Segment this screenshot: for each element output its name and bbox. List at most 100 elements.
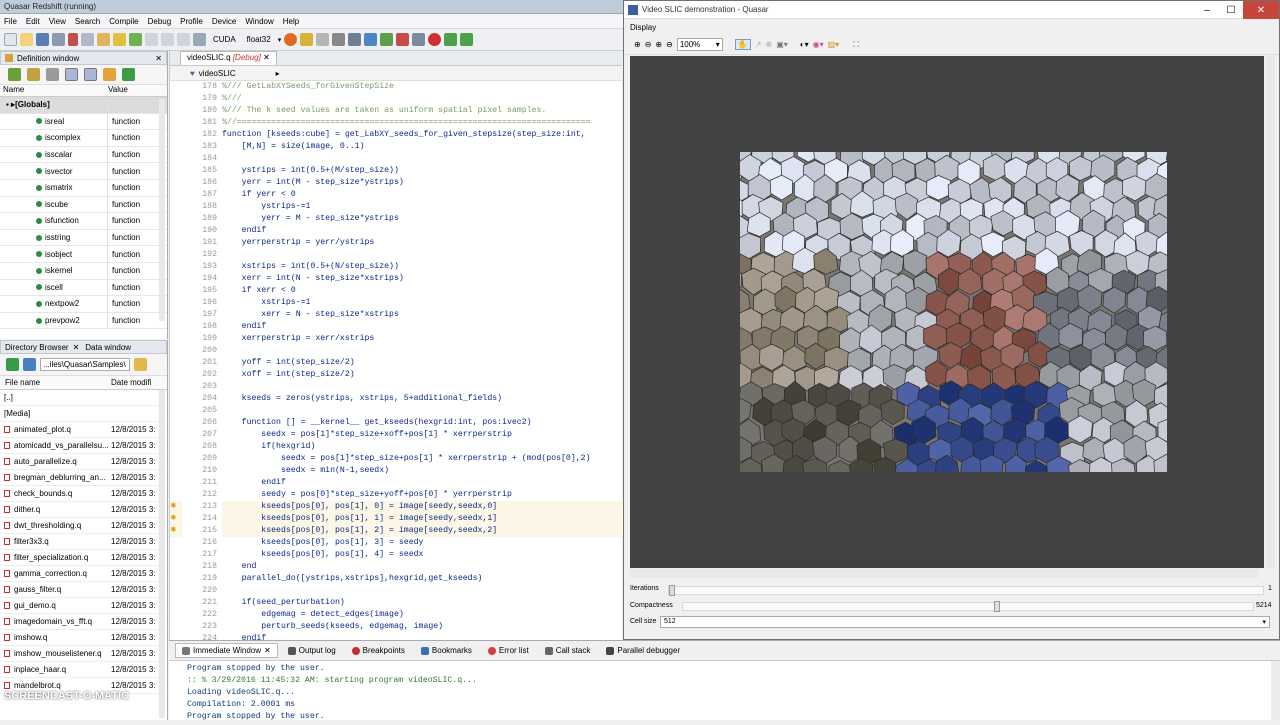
chevron-down-icon[interactable]: ▾ (716, 40, 720, 49)
file-row[interactable]: gauss_filter.q12/8/2015 3: (0, 582, 167, 598)
gutter-marker[interactable] (170, 177, 182, 189)
comment-icon[interactable] (177, 33, 190, 46)
gutter-marker[interactable] (170, 297, 182, 309)
output-scrollbar[interactable] (1271, 661, 1280, 721)
close-icon[interactable]: ✕ (263, 53, 270, 62)
gutter-marker[interactable] (170, 549, 182, 561)
indent-icon[interactable] (145, 33, 158, 46)
gutter-marker[interactable] (170, 141, 182, 153)
column-name[interactable]: Name (0, 85, 108, 96)
gutter-marker[interactable] (170, 81, 182, 93)
maximize-icon[interactable]: ☐ (1219, 1, 1243, 19)
gutter-marker[interactable] (170, 609, 182, 621)
tab-parallel-debugger[interactable]: Parallel debugger (600, 644, 686, 657)
chevron-right-icon[interactable]: ▸ (276, 69, 280, 78)
file-row[interactable]: imshow_mouselistener.q12/8/2015 3: (0, 646, 167, 662)
tab-output-log[interactable]: Output log (282, 644, 342, 657)
gutter-marker[interactable] (170, 333, 182, 345)
gutter-marker[interactable] (170, 405, 182, 417)
stop-icon[interactable] (428, 33, 441, 46)
fullscreen-icon[interactable]: ⛶ (853, 40, 859, 50)
file-row[interactable]: filter3x3.q12/8/2015 3: (0, 534, 167, 550)
gutter-marker[interactable] (170, 381, 182, 393)
save-icon[interactable] (36, 33, 49, 46)
gutter-marker[interactable] (170, 165, 182, 177)
gutter-marker[interactable] (170, 213, 182, 225)
file-row[interactable]: gamma_correction.q12/8/2015 3: (0, 566, 167, 582)
file-row[interactable]: [Media] (0, 406, 167, 422)
display-canvas[interactable] (630, 56, 1264, 568)
close-icon[interactable]: ✕ (73, 343, 80, 352)
definition-row[interactable]: isscalarfunction (0, 147, 167, 164)
gutter-marker[interactable] (170, 585, 182, 597)
gutter-marker[interactable] (170, 189, 182, 201)
menu-search[interactable]: Search (75, 17, 100, 26)
file-row[interactable]: dither.q12/8/2015 3: (0, 502, 167, 518)
undo-icon[interactable] (113, 33, 126, 46)
copy-image-icon[interactable]: ▣▾ (776, 40, 788, 49)
refresh-icon[interactable] (23, 358, 36, 371)
definition-row[interactable]: isfunctionfunction (0, 213, 167, 230)
gutter-marker[interactable] (170, 261, 182, 273)
pointer-icon[interactable]: ↗ (755, 40, 762, 49)
gutter-marker[interactable] (170, 273, 182, 285)
watch-icon[interactable] (316, 33, 329, 46)
gutter-marker[interactable] (170, 321, 182, 333)
file-row[interactable]: inplace_haar.q12/8/2015 3: (0, 662, 167, 678)
cut-icon[interactable] (68, 33, 78, 46)
nav-function-label[interactable]: videoSLIC (199, 69, 236, 78)
new-file-icon[interactable] (4, 33, 17, 46)
gutter-marker[interactable] (170, 429, 182, 441)
canvas-vscrollbar[interactable] (1266, 56, 1275, 568)
definition-row[interactable]: iscellfunction (0, 280, 167, 297)
pan-hand-icon[interactable]: ✋ (735, 39, 751, 50)
outdent-icon[interactable] (161, 33, 174, 46)
close-icon[interactable]: ✕ (155, 54, 162, 63)
menu-window[interactable]: Window (245, 17, 273, 26)
gutter-marker[interactable] (170, 597, 182, 609)
gutter-marker[interactable] (170, 309, 182, 321)
step-into-icon[interactable] (444, 33, 457, 46)
gutter-marker[interactable] (170, 153, 182, 165)
type-icon[interactable] (27, 68, 40, 81)
menu-help[interactable]: Help (283, 17, 299, 26)
tab-call-stack[interactable]: Call stack (539, 644, 597, 657)
build-icon[interactable] (300, 33, 313, 46)
expand-icon[interactable] (103, 68, 116, 81)
crosshair-icon[interactable]: ⊕ (765, 40, 772, 49)
breakpoint-marker-icon[interactable]: ✸ (170, 513, 182, 525)
gutter-marker[interactable] (170, 357, 182, 369)
tab-immediate-window[interactable]: Immediate Window✕ (175, 643, 278, 658)
copy-icon[interactable] (81, 33, 94, 46)
palette-icon[interactable]: ◉▾ (813, 40, 824, 49)
file-row[interactable]: animated_plot.q12/8/2015 3: (0, 422, 167, 438)
run-icon[interactable] (284, 33, 297, 46)
gutter-marker[interactable] (170, 417, 182, 429)
gutter-marker[interactable] (170, 489, 182, 501)
zoom-reset-icon[interactable]: ⊖ (666, 40, 673, 49)
iterations-slider[interactable] (668, 586, 1264, 595)
iterations-thumb[interactable] (669, 585, 675, 596)
canvas-hscrollbar[interactable] (630, 569, 1258, 578)
cellsize-select[interactable]: 512▾ (660, 616, 1270, 628)
minimize-icon[interactable]: – (1195, 1, 1219, 19)
globals-group-row[interactable]: ▪ ▸ [Globals] (0, 97, 167, 114)
definition-row[interactable]: iscomplexfunction (0, 130, 167, 147)
definition-row[interactable]: ismatrixfunction (0, 180, 167, 197)
paste-icon[interactable] (97, 33, 110, 46)
gutter-marker[interactable] (170, 237, 182, 249)
file-scrollbar[interactable] (159, 390, 165, 718)
precision-select[interactable]: float32 (243, 35, 275, 44)
view-mode-2-icon[interactable] (84, 68, 97, 81)
path-input[interactable]: ...iles\Quasar\Samples\ (40, 358, 130, 371)
profile-icon[interactable] (332, 33, 345, 46)
gutter-marker[interactable] (170, 225, 182, 237)
tab-breakpoints[interactable]: Breakpoints (346, 644, 411, 657)
close-icon[interactable]: ✕ (264, 646, 271, 655)
gutter-marker[interactable] (170, 561, 182, 573)
gutter-marker[interactable] (170, 441, 182, 453)
filter-icon[interactable] (46, 68, 59, 81)
zoom-fit-icon[interactable]: ⊕ (655, 40, 662, 49)
redo-icon[interactable] (129, 33, 142, 46)
folder-icon[interactable] (134, 358, 147, 371)
